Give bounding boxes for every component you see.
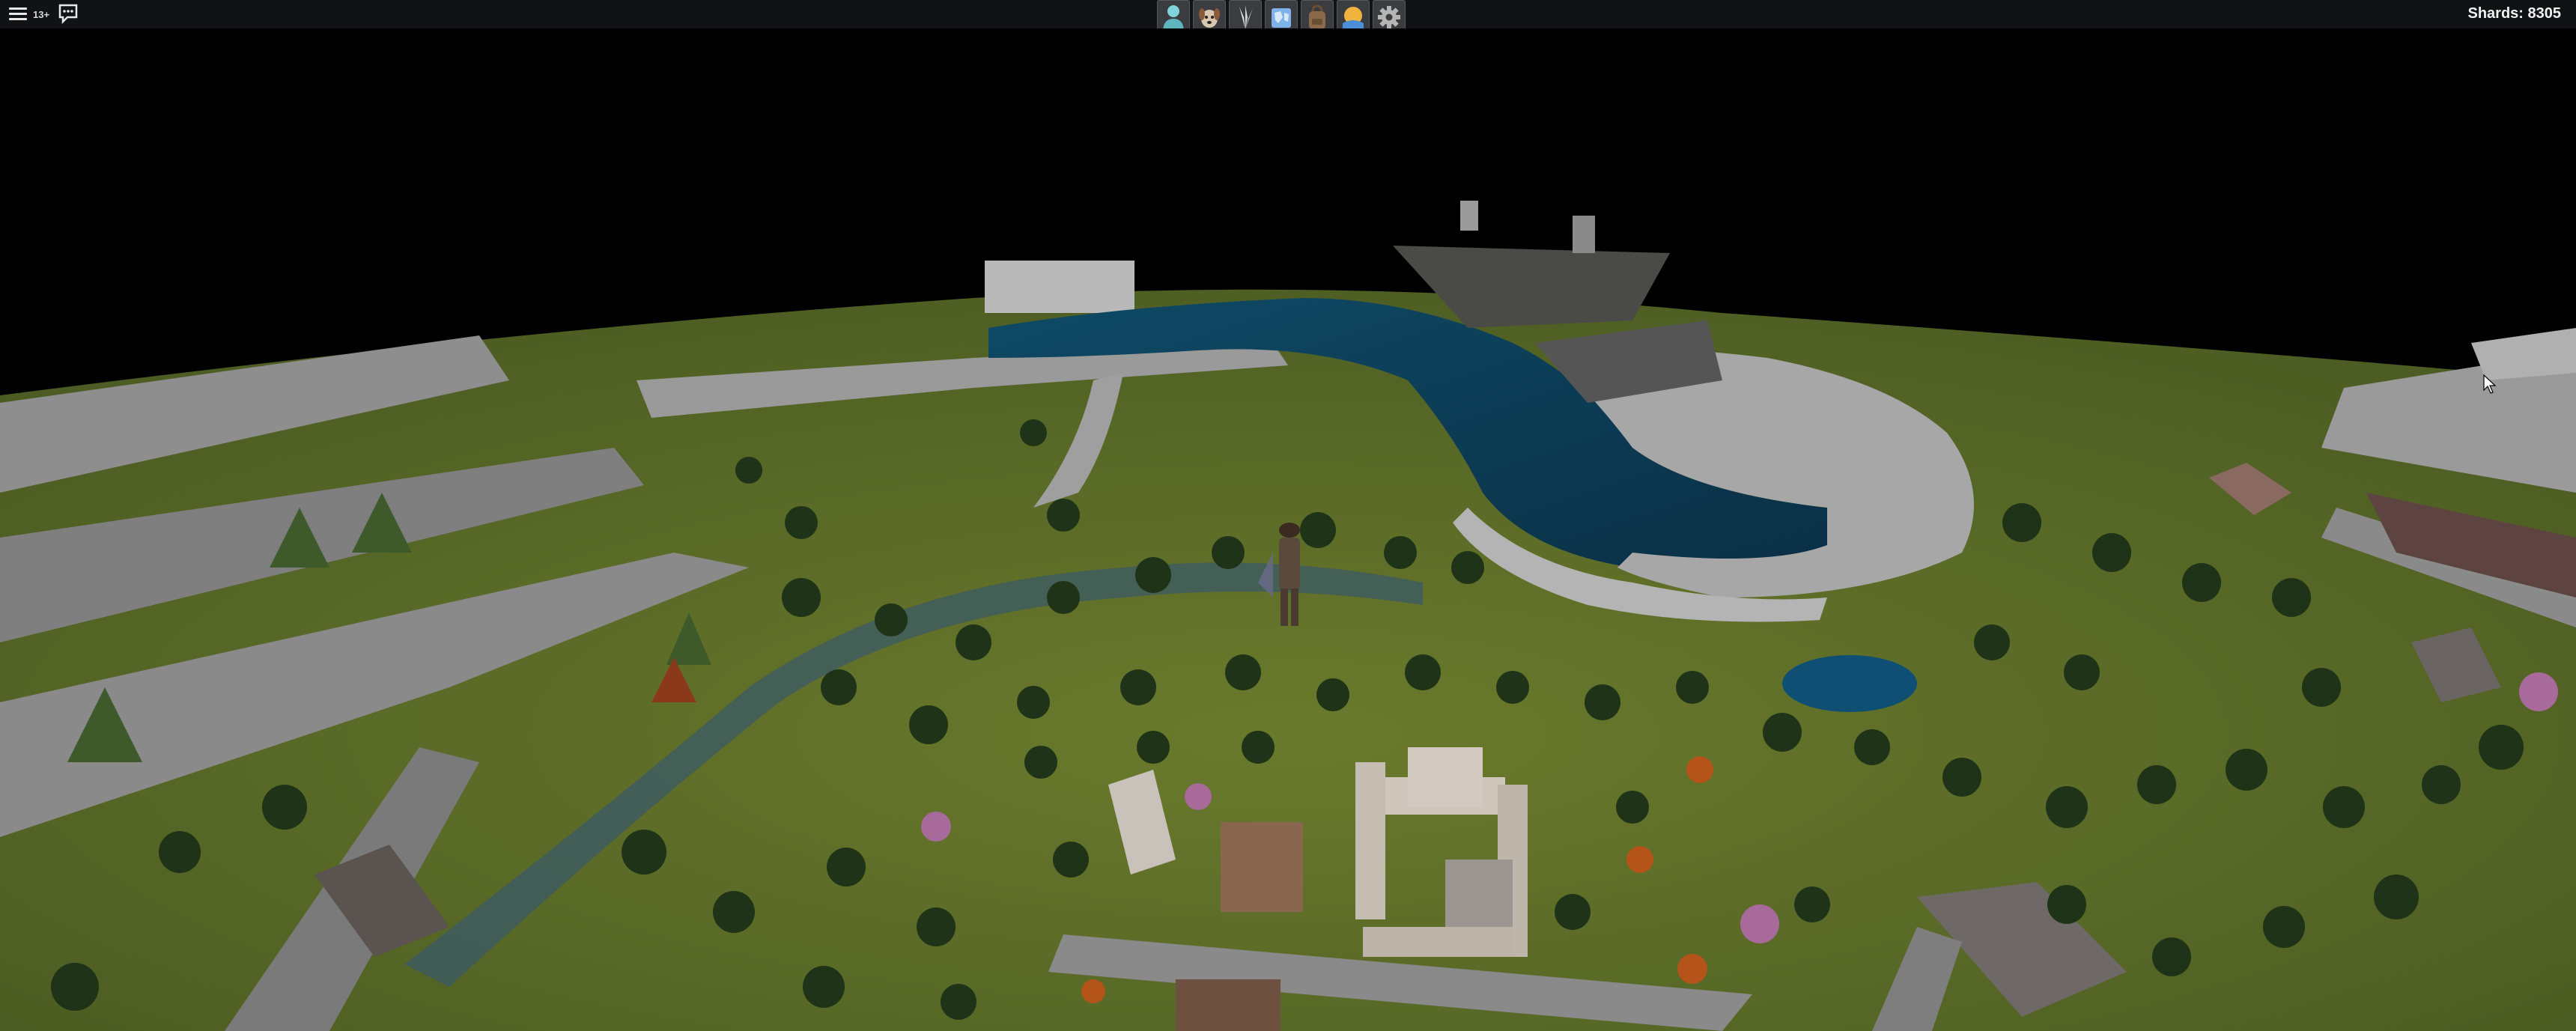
chat-icon[interactable] — [57, 3, 79, 25]
mouse-cursor-icon — [2483, 374, 2497, 394]
hamburger-menu-icon[interactable] — [6, 3, 30, 25]
age-rating-badge: 13+ — [33, 9, 50, 20]
shards-counter: Shards: 8305 — [2467, 5, 2561, 22]
game-world-viewport[interactable] — [0, 28, 2576, 1031]
